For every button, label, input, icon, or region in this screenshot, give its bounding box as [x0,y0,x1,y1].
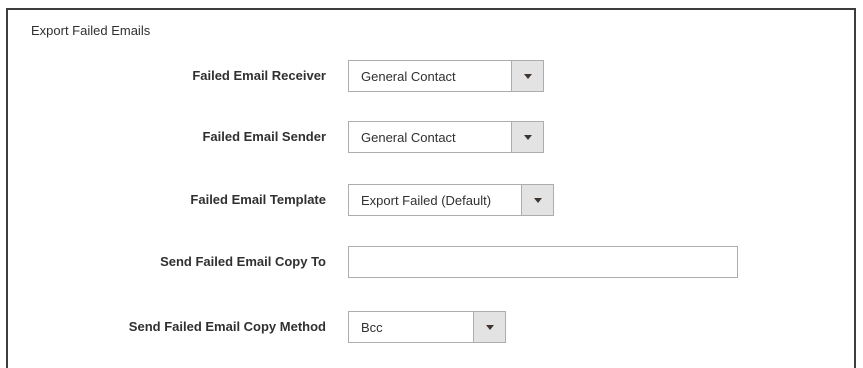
failed-email-template-value: Export Failed (Default) [361,193,492,208]
export-failed-emails-panel: Export Failed Emails Failed Email Receiv… [6,8,856,368]
field-row-failed-email-template: Failed Email Template Export Failed (Def… [8,184,854,216]
field-row-failed-email-receiver: Failed Email Receiver General Contact [8,60,854,92]
chevron-down-icon [524,74,532,79]
chevron-down-icon [486,325,494,330]
dropdown-button[interactable] [521,185,553,215]
send-failed-email-copy-to-input[interactable] [348,246,738,278]
section-title: Export Failed Emails [31,23,151,38]
failed-email-receiver-value: General Contact [361,69,456,84]
dropdown-button[interactable] [473,312,505,342]
dropdown-button[interactable] [511,122,543,152]
send-failed-email-copy-method-value: Bcc [361,320,383,335]
dropdown-button[interactable] [511,61,543,91]
chevron-down-icon [534,198,542,203]
failed-email-template-label: Failed Email Template [190,192,326,207]
send-failed-email-copy-method-select[interactable]: Bcc [348,311,506,343]
send-failed-email-copy-method-label: Send Failed Email Copy Method [128,319,326,334]
field-row-send-failed-email-copy-method: Send Failed Email Copy Method Bcc [8,311,854,343]
send-failed-email-copy-to-label: Send Failed Email Copy To [160,254,326,269]
failed-email-sender-label: Failed Email Sender [202,129,326,144]
failed-email-receiver-label: Failed Email Receiver [192,68,326,83]
failed-email-sender-select[interactable]: General Contact [348,121,544,153]
field-row-failed-email-sender: Failed Email Sender General Contact [8,121,854,153]
failed-email-receiver-select[interactable]: General Contact [348,60,544,92]
failed-email-template-select[interactable]: Export Failed (Default) [348,184,554,216]
chevron-down-icon [524,135,532,140]
field-row-send-failed-email-copy-to: Send Failed Email Copy To [8,246,854,278]
failed-email-sender-value: General Contact [361,130,456,145]
